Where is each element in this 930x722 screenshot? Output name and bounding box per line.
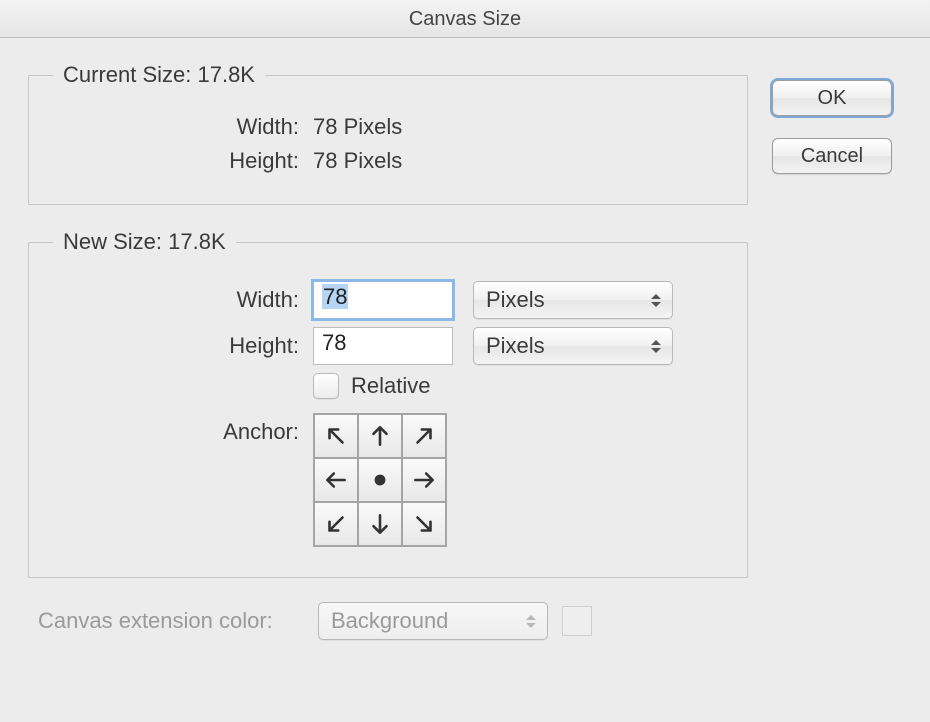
anchor-sw[interactable] [314,502,358,546]
arrow-down-icon [367,511,393,537]
ok-button[interactable]: OK [772,80,892,116]
anchor-grid [313,413,447,547]
relative-checkbox[interactable] [313,373,339,399]
anchor-nw[interactable] [314,414,358,458]
relative-label: Relative [351,373,430,399]
extension-color-value: Background [331,608,448,634]
anchor-label: Anchor: [53,413,313,445]
anchor-ne[interactable] [402,414,446,458]
new-height-unit-value: Pixels [486,333,545,359]
new-height-input[interactable]: 78 [313,327,453,365]
current-height-label: Height: [53,148,313,174]
new-width-unit-value: Pixels [486,287,545,313]
current-size-group: Current Size: 17.8K Width: 78 Pixels Hei… [28,62,748,205]
current-size-legend: Current Size: 17.8K [53,62,265,88]
anchor-n[interactable] [358,414,402,458]
extension-color-select: Background [318,602,548,640]
current-height-value: 78 Pixels [313,148,402,174]
anchor-center[interactable] [358,458,402,502]
cancel-button[interactable]: Cancel [772,138,892,174]
dropdown-caret-icon [650,282,662,318]
new-width-unit-select[interactable]: Pixels [473,281,673,319]
arrow-right-icon [411,467,437,493]
arrow-se-icon [411,511,437,537]
anchor-s[interactable] [358,502,402,546]
extension-color-label: Canvas extension color: [28,608,318,634]
extension-color-swatch [562,606,592,636]
new-size-legend: New Size: 17.8K [53,229,236,255]
dot-icon [367,467,393,493]
new-height-unit-select[interactable]: Pixels [473,327,673,365]
dropdown-caret-icon [525,603,537,639]
anchor-w[interactable] [314,458,358,502]
new-height-label: Height: [53,333,313,359]
new-size-group: New Size: 17.8K Width: 78 Pixels Height:… [28,229,748,578]
current-width-value: 78 Pixels [313,114,402,140]
new-width-label: Width: [53,287,313,313]
arrow-left-icon [323,467,349,493]
arrow-up-icon [367,423,393,449]
arrow-sw-icon [323,511,349,537]
dropdown-caret-icon [650,328,662,364]
arrow-ne-icon [411,423,437,449]
dialog-title: Canvas Size [0,0,930,38]
anchor-e[interactable] [402,458,446,502]
anchor-se[interactable] [402,502,446,546]
new-width-input[interactable]: 78 [313,281,453,319]
current-width-label: Width: [53,114,313,140]
arrow-nw-icon [323,423,349,449]
